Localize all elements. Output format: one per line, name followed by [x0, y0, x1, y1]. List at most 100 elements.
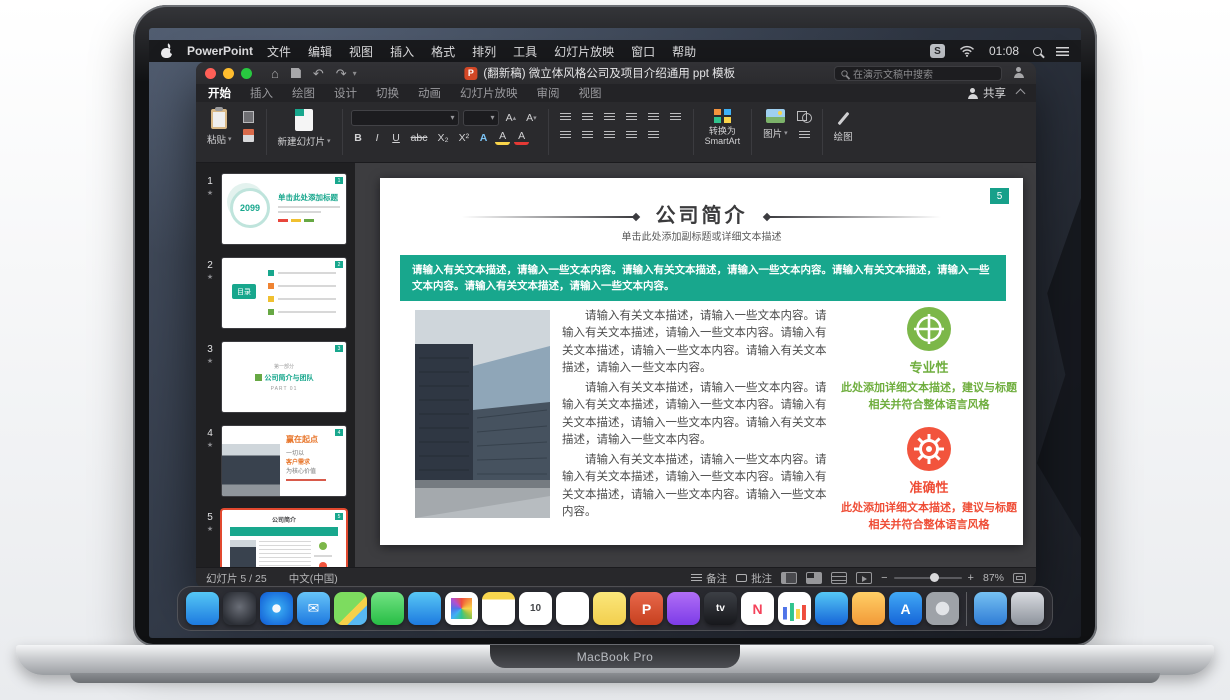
language-indicator[interactable]: 中文(中国)	[289, 571, 338, 586]
feature-accuracy[interactable]: 准确性 此处添加详细文本描述，建议与标题相关并符合整体语言风格	[836, 426, 1022, 533]
notification-center-icon[interactable]	[1056, 47, 1069, 56]
grow-font-button[interactable]: A▴	[503, 111, 520, 126]
justify-button[interactable]	[623, 128, 641, 142]
zoom-window-button[interactable]	[241, 68, 252, 79]
zoom-percentage[interactable]: 87%	[983, 572, 1004, 584]
dock-podcasts-icon[interactable]	[667, 592, 700, 625]
align-center-button[interactable]	[579, 128, 597, 142]
menu-item-5[interactable]: 格式	[431, 43, 455, 60]
slide-thumbnail-4[interactable]: 4 赢在起点 一切以 客户需求 为核心价值	[222, 426, 346, 496]
slide-thumbnail-2[interactable]: 2 目录	[222, 258, 346, 328]
ribbon-tab-6[interactable]: 动画	[418, 85, 441, 101]
ribbon-tab-4[interactable]: 设计	[334, 85, 357, 101]
draw-button[interactable]: 绘图	[831, 107, 856, 145]
decrease-indent-button[interactable]	[601, 110, 619, 124]
save-icon[interactable]	[291, 68, 301, 78]
slide-editing-area[interactable]: 5 公司简介 单击此处添加副标题或详细文本描述 请输入有关文本描述，请输入一些文…	[380, 178, 1023, 545]
menu-item-3[interactable]: 视图	[349, 43, 373, 60]
dock-news-icon[interactable]: N	[741, 592, 774, 625]
dock-downloads-icon[interactable]	[974, 592, 1007, 625]
dock-keynote-icon[interactable]	[815, 592, 848, 625]
slide-title[interactable]: 公司简介	[380, 199, 1023, 228]
dock-trash-icon[interactable]	[1011, 592, 1044, 625]
text-direction-button[interactable]	[667, 110, 685, 124]
dock-maps-icon[interactable]	[334, 592, 367, 625]
dock-numbers-icon[interactable]	[778, 592, 811, 625]
zoom-out-button[interactable]: −	[881, 572, 887, 584]
dock-appstore-icon[interactable]: A	[889, 592, 922, 625]
zoom-slider-knob[interactable]	[930, 573, 939, 582]
format-painter-button[interactable]	[240, 128, 258, 142]
ribbon-tab-2[interactable]: 插入	[250, 85, 273, 101]
share-button[interactable]: 共享	[967, 84, 1006, 102]
insert-picture-button[interactable]: 图片▾	[760, 107, 791, 142]
slide-thumbnail-5-selected[interactable]: 5 公司简介	[222, 510, 346, 567]
zoom-slider[interactable]	[894, 577, 962, 579]
spotlight-search-icon[interactable]	[1033, 47, 1042, 56]
menu-item-10[interactable]: 帮助	[672, 43, 696, 60]
dock-finder-icon[interactable]	[186, 592, 219, 625]
dock-pages-icon[interactable]	[852, 592, 885, 625]
building-photo[interactable]	[415, 310, 550, 518]
comments-toggle[interactable]: 批注	[736, 571, 772, 586]
status-app-icon[interactable]: S	[930, 44, 945, 58]
columns-button[interactable]	[645, 128, 663, 142]
dock-tv-icon[interactable]: tv	[704, 592, 737, 625]
minimize-window-button[interactable]	[223, 68, 234, 79]
share-person-icon[interactable]	[1013, 67, 1024, 78]
shrink-font-button[interactable]: A▾	[523, 111, 540, 126]
reading-view-button[interactable]	[831, 572, 847, 584]
underline-button[interactable]: U	[389, 130, 404, 145]
copy-button[interactable]	[240, 110, 258, 124]
dock-photos-icon[interactable]	[445, 592, 478, 625]
ribbon-tab-8[interactable]: 审阅	[537, 85, 560, 101]
menubar-clock[interactable]: 01:08	[989, 44, 1019, 58]
home-icon[interactable]: ⌂	[271, 67, 279, 80]
arrange-button[interactable]	[796, 128, 814, 142]
close-window-button[interactable]	[205, 68, 216, 79]
redo-icon[interactable]: ↷	[336, 67, 347, 80]
dock-notes-icon[interactable]	[482, 592, 515, 625]
align-right-button[interactable]	[601, 128, 619, 142]
notes-toggle[interactable]: 备注	[691, 571, 727, 586]
dock-calendar-icon[interactable]: 10	[519, 592, 552, 625]
paste-button[interactable]: 粘贴▾	[204, 107, 235, 148]
italic-button[interactable]: I	[370, 130, 385, 145]
convert-to-smartart-button[interactable]: 转换为SmartArt	[702, 107, 744, 149]
document-search-field[interactable]: 在演示文稿中搜索	[834, 66, 1002, 81]
strikethrough-button[interactable]: abc	[408, 130, 431, 145]
font-name-select[interactable]	[351, 110, 459, 126]
menu-item-8[interactable]: 幻灯片放映	[554, 43, 614, 60]
dock-safari-icon[interactable]	[260, 592, 293, 625]
body-text-block[interactable]: 请输入有关文本描述，请输入一些文本内容。请输入有关文本描述，请输入一些文本内容。…	[562, 308, 828, 524]
ribbon-tab-7[interactable]: 幻灯片放映	[460, 85, 518, 101]
slide-sorter-view-button[interactable]	[806, 572, 822, 584]
font-color-button[interactable]: A	[514, 130, 529, 145]
dock-launchpad-icon[interactable]	[223, 592, 256, 625]
numbering-button[interactable]	[579, 110, 597, 124]
menu-item-9[interactable]: 窗口	[631, 43, 655, 60]
align-left-button[interactable]	[557, 128, 575, 142]
font-size-select[interactable]	[463, 110, 499, 126]
new-slide-button[interactable]: 新建幻灯片▾	[275, 107, 334, 150]
dock-facetime-icon[interactable]	[408, 592, 441, 625]
dock-messages-icon[interactable]	[371, 592, 404, 625]
dock-stickies-icon[interactable]	[593, 592, 626, 625]
intro-banner[interactable]: 请输入有关文本描述，请输入一些文本内容。请输入有关文本描述，请输入一些文本内容。…	[400, 255, 1006, 301]
ribbon-tab-9[interactable]: 视图	[579, 85, 602, 101]
toolbar-options-caret-icon[interactable]: ▾	[353, 69, 357, 78]
increase-indent-button[interactable]	[623, 110, 641, 124]
menu-item-2[interactable]: 编辑	[308, 43, 332, 60]
highlight-color-button[interactable]: A	[495, 130, 510, 145]
text-effects-button[interactable]: A	[476, 130, 491, 145]
fit-slide-to-window-icon[interactable]	[1013, 573, 1026, 583]
dock-mail-icon[interactable]: ✉	[297, 592, 330, 625]
slide-subtitle[interactable]: 单击此处添加副标题或详细文本描述	[380, 228, 1023, 243]
zoom-in-button[interactable]: +	[968, 572, 974, 584]
collapse-ribbon-chevron-icon[interactable]	[1016, 89, 1026, 99]
menu-item-7[interactable]: 工具	[513, 43, 537, 60]
insert-shapes-button[interactable]	[796, 110, 814, 124]
dock-powerpoint-icon[interactable]: P	[630, 592, 663, 625]
ribbon-tab-5[interactable]: 切换	[376, 85, 399, 101]
subscript-button[interactable]: X₂	[435, 130, 452, 145]
